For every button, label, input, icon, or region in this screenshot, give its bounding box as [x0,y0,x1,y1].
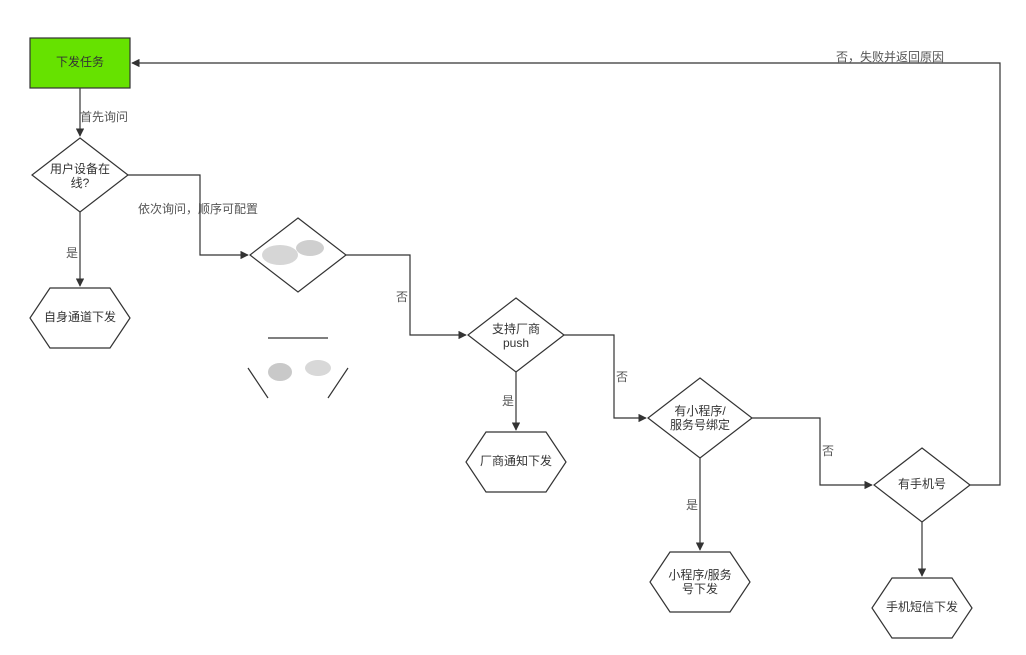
node-has-phone: 有手机号 [874,448,970,522]
node-vendor-push-line1: 支持厂商 [492,321,540,336]
edge-device-no: 依次询问，顺序可配置 [128,175,258,255]
flowchart-canvas: 下发任务 用户设备在 线? 自身通道下发 支持厂商 push 厂商通知下发 有小… [0,0,1026,655]
edge-vendor-no-label: 否 [616,370,628,384]
node-device-online: 用户设备在 线? [32,138,128,212]
edge-first-ask-label: 首先询问 [80,110,128,124]
edge-config-to-vendor: 否 [346,255,466,335]
edge-vendor-no: 否 [564,335,646,418]
node-vendor-push-line2: push [503,336,529,350]
edge-mp-yes-label: 是 [686,498,698,512]
node-vendor-push: 支持厂商 push [468,298,564,372]
node-sms-send-label: 手机短信下发 [886,599,958,614]
edge-mp-yes: 是 [686,458,700,550]
edge-fail-return-label: 否，失败并返回原因 [836,49,944,64]
node-device-online-line1: 用户设备在 [50,161,110,176]
edge-config-no-label: 否 [396,290,408,304]
node-config-slot-result [248,338,348,398]
node-start: 下发任务 [30,38,130,88]
edge-mp-no: 否 [752,418,872,485]
node-config-slot [250,218,346,292]
node-vendor-notify: 厂商通知下发 [466,432,566,492]
node-mp-send-line1: 小程序/服务 [668,567,731,582]
edge-start-to-device: 首先询问 [80,88,128,136]
edge-device-yes: 是 [66,212,80,286]
node-mp-send: 小程序/服务 号下发 [650,552,750,612]
node-self-channel: 自身通道下发 [30,288,130,348]
edge-device-yes-label: 是 [66,246,78,260]
node-self-channel-label: 自身通道下发 [44,309,116,324]
node-mp-send-line2: 号下发 [682,581,718,596]
edge-seq-ask-label: 依次询问，顺序可配置 [138,201,258,216]
edge-mp-no-label: 否 [822,444,834,458]
node-has-phone-label: 有手机号 [898,477,946,491]
node-device-online-line2: 线? [71,176,90,190]
edge-vendor-yes: 是 [502,372,516,430]
node-sms-send: 手机短信下发 [872,578,972,638]
edge-phone-no-loop: 否，失败并返回原因 [132,49,1000,485]
node-vendor-notify-label: 厂商通知下发 [480,453,552,468]
node-mp-bound-line2: 服务号绑定 [670,417,730,432]
node-start-label: 下发任务 [56,54,104,69]
node-mp-bound: 有小程序/ 服务号绑定 [648,378,752,458]
node-mp-bound-line1: 有小程序/ [674,403,726,418]
edge-vendor-yes-label: 是 [502,394,514,408]
